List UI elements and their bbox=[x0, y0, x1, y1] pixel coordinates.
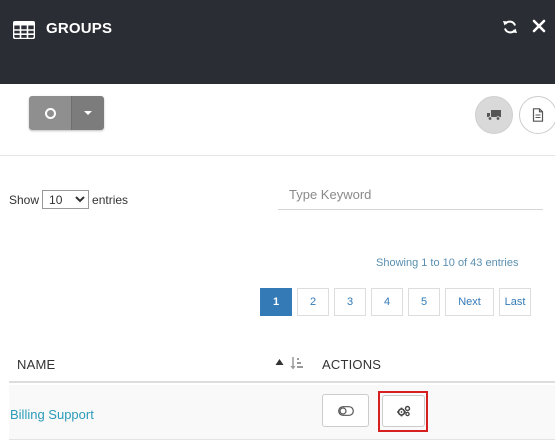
toggle-status-button[interactable] bbox=[322, 394, 369, 427]
table-grid-icon bbox=[13, 21, 35, 39]
refresh-icon[interactable] bbox=[502, 19, 518, 35]
table-row: Billing Support bbox=[9, 385, 555, 440]
toggle-icon bbox=[337, 405, 354, 416]
column-header-name[interactable]: NAME bbox=[17, 357, 55, 372]
toolbar bbox=[0, 84, 555, 156]
search-input[interactable] bbox=[278, 180, 543, 210]
truck-button[interactable] bbox=[475, 96, 513, 134]
page-size-control: Show 10 entries bbox=[9, 190, 128, 209]
status-toggle-button[interactable] bbox=[29, 96, 71, 130]
truck-icon bbox=[487, 110, 501, 121]
document-button[interactable] bbox=[519, 96, 555, 134]
page-button-2[interactable]: 2 bbox=[297, 288, 329, 316]
show-label: Show bbox=[9, 192, 40, 207]
group-name-link[interactable]: Billing Support bbox=[10, 407, 94, 422]
caret-down-icon bbox=[84, 111, 92, 115]
close-icon[interactable] bbox=[532, 19, 546, 33]
document-icon bbox=[532, 108, 544, 122]
page-button-3[interactable]: 3 bbox=[334, 288, 366, 316]
page-title: GROUPS bbox=[46, 20, 113, 37]
circle-icon bbox=[44, 107, 56, 119]
settings-gears-icon bbox=[396, 405, 410, 417]
page-size-select[interactable]: 10 bbox=[42, 190, 90, 209]
table-info: Showing 1 to 10 of 43 entries bbox=[376, 257, 519, 269]
next-page-button[interactable]: Next bbox=[445, 288, 494, 316]
last-page-button[interactable]: Last bbox=[499, 288, 531, 316]
page-button-4[interactable]: 4 bbox=[371, 288, 403, 316]
sort-alpha-icon[interactable] bbox=[290, 356, 304, 370]
status-split-button bbox=[29, 96, 104, 130]
entries-label: entries bbox=[92, 192, 129, 207]
table-header: NAME ACTIONS bbox=[9, 345, 555, 383]
column-header-actions: ACTIONS bbox=[322, 357, 382, 372]
sort-up-icon[interactable] bbox=[275, 358, 284, 367]
group-settings-button[interactable] bbox=[382, 395, 425, 427]
page-button-1[interactable]: 1 bbox=[260, 288, 292, 316]
pagination: 1 2 3 4 5 Next Last bbox=[260, 288, 531, 316]
status-dropdown-button[interactable] bbox=[71, 96, 104, 130]
panel-header: GROUPS bbox=[0, 0, 555, 84]
page-button-5[interactable]: 5 bbox=[408, 288, 440, 316]
